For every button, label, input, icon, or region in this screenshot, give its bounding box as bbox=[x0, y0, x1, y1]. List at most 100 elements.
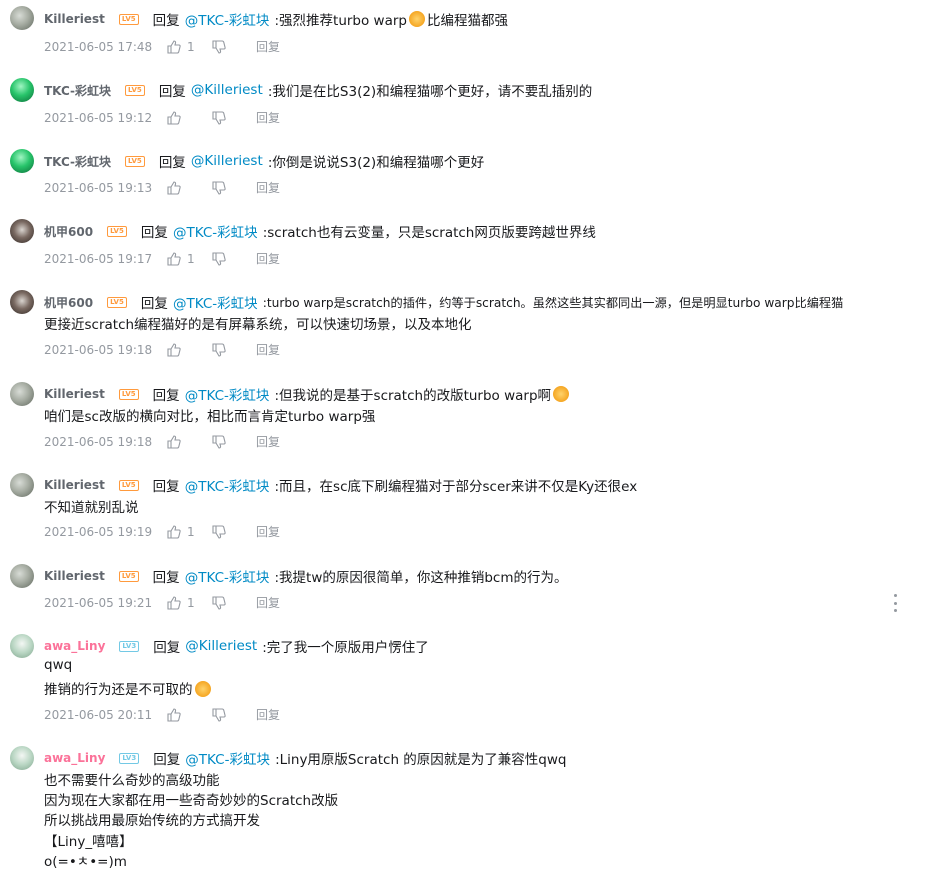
reply-time: 2021-06-05 19:18 bbox=[44, 342, 153, 357]
reply-prefix: 回复 bbox=[153, 752, 181, 768]
reply-prefix: 回复 bbox=[152, 570, 180, 586]
cat-emoji-icon bbox=[409, 11, 425, 27]
more-vertical-icon[interactable] bbox=[889, 594, 901, 612]
dislike-button[interactable] bbox=[211, 595, 256, 611]
reply-button[interactable]: 回复 bbox=[256, 594, 280, 611]
level-badge: LV3 bbox=[119, 640, 140, 652]
like-button[interactable]: 1 bbox=[166, 524, 211, 540]
level-badge: LV5 bbox=[107, 296, 127, 308]
like-button[interactable]: 1 bbox=[166, 39, 211, 55]
mention-link[interactable]: @TKC-彩虹块 bbox=[185, 475, 270, 495]
avatar[interactable] bbox=[10, 634, 34, 658]
avatar[interactable] bbox=[10, 6, 34, 30]
reply-prefix: 回复 bbox=[152, 479, 180, 495]
avatar[interactable] bbox=[10, 564, 34, 588]
thumb-down-icon bbox=[212, 595, 226, 610]
like-count: 1 bbox=[187, 524, 195, 539]
reply-button[interactable]: 回复 bbox=[256, 179, 280, 196]
reply-time: 2021-06-05 19:13 bbox=[44, 180, 153, 195]
reply-button[interactable]: 回复 bbox=[256, 109, 280, 126]
username[interactable]: 机甲600 bbox=[44, 294, 93, 311]
mention-link[interactable]: @TKC-彩虹块 bbox=[185, 9, 270, 29]
dislike-button[interactable] bbox=[211, 342, 256, 358]
avatar[interactable] bbox=[10, 382, 34, 406]
avatar[interactable] bbox=[10, 78, 34, 102]
like-button[interactable] bbox=[166, 342, 211, 358]
username[interactable]: 机甲600 bbox=[44, 223, 93, 240]
reply-text-line: 不知道就别乱说 bbox=[44, 500, 139, 516]
username[interactable]: awa_Liny bbox=[44, 639, 105, 653]
reply-prefix: 回复 bbox=[152, 388, 180, 404]
dislike-button[interactable] bbox=[211, 180, 256, 196]
reply-prefix: 回复 bbox=[158, 155, 186, 171]
reply-text: :而且，在sc底下刷编程猫对于部分scer来讲不仅是Ky还很ex bbox=[274, 479, 638, 495]
reply-button[interactable]: 回复 bbox=[256, 341, 280, 358]
username[interactable]: Killeriest bbox=[44, 478, 105, 492]
like-button[interactable]: 1 bbox=[166, 251, 211, 267]
reply-text: :但我说的是基于scratch的改版turbo warp啊 bbox=[274, 388, 552, 404]
thumb-up-icon bbox=[167, 180, 181, 195]
thumb-up-icon bbox=[167, 524, 181, 539]
like-button[interactable] bbox=[166, 180, 211, 196]
reply-text-line: 也不需要什么奇妙的高级功能 bbox=[44, 773, 220, 789]
reply-text: :强烈推荐turbo warp bbox=[274, 13, 407, 29]
mention-link[interactable]: @Killeriest bbox=[191, 153, 263, 169]
thumb-down-icon bbox=[212, 251, 226, 266]
username[interactable]: Killeriest bbox=[44, 387, 105, 401]
avatar[interactable] bbox=[10, 746, 34, 770]
thumb-down-icon bbox=[212, 110, 226, 125]
username[interactable]: TKC-彩虹块 bbox=[44, 153, 111, 170]
dislike-button[interactable] bbox=[211, 434, 256, 450]
thumb-down-icon bbox=[212, 707, 226, 722]
reply-text-line: qwq bbox=[44, 657, 73, 673]
reply-text: :我提tw的原因很简单，你这种推销bcm的行为。 bbox=[274, 570, 568, 586]
mention-link[interactable]: @TKC-彩虹块 bbox=[185, 748, 270, 768]
thumb-up-icon bbox=[167, 342, 181, 357]
reply-prefix: 回复 bbox=[153, 640, 181, 656]
mention-link[interactable]: @Killeriest bbox=[185, 638, 257, 654]
like-button[interactable] bbox=[166, 110, 211, 126]
reply-prefix: 回复 bbox=[158, 84, 186, 100]
like-button[interactable]: 1 bbox=[166, 595, 211, 611]
level-badge: LV5 bbox=[118, 13, 139, 25]
mention-link[interactable]: @TKC-彩虹块 bbox=[185, 384, 270, 404]
thumb-up-icon bbox=[167, 110, 181, 125]
reply-time: 2021-06-05 19:19 bbox=[44, 524, 153, 539]
avatar[interactable] bbox=[10, 473, 34, 497]
thumb-down-icon bbox=[212, 180, 226, 195]
dislike-button[interactable] bbox=[211, 524, 256, 540]
username[interactable]: awa_Liny bbox=[44, 751, 105, 765]
like-button[interactable] bbox=[166, 707, 211, 723]
thumb-up-icon bbox=[167, 39, 181, 54]
reply-time: 2021-06-05 19:18 bbox=[44, 434, 153, 449]
reply-text-line: 更接近scratch编程猫好的是有屏幕系统，可以快速切场景，以及本地化 bbox=[44, 317, 472, 333]
username[interactable]: TKC-彩虹块 bbox=[44, 82, 111, 99]
reply-text-line: 因为现在大家都在用一些奇奇妙妙的Scratch改版 bbox=[44, 793, 339, 809]
reply-text: :scratch也有云变量，只是scratch网页版要跨越世界线 bbox=[262, 225, 596, 241]
mention-link[interactable]: @TKC-彩虹块 bbox=[173, 292, 258, 312]
reply-button[interactable]: 回复 bbox=[256, 433, 280, 450]
reply-time: 2021-06-05 19:17 bbox=[44, 251, 153, 266]
avatar[interactable] bbox=[10, 290, 34, 314]
reply-button[interactable]: 回复 bbox=[256, 38, 280, 55]
dislike-button[interactable] bbox=[211, 707, 256, 723]
reply-time: 2021-06-05 19:12 bbox=[44, 110, 153, 125]
username[interactable]: Killeriest bbox=[44, 569, 105, 583]
reply-button[interactable]: 回复 bbox=[256, 706, 280, 723]
mention-link[interactable]: @TKC-彩虹块 bbox=[185, 566, 270, 586]
like-button[interactable] bbox=[166, 434, 211, 450]
dislike-button[interactable] bbox=[211, 39, 256, 55]
avatar[interactable] bbox=[10, 219, 34, 243]
avatar[interactable] bbox=[10, 149, 34, 173]
like-count: 1 bbox=[187, 251, 195, 266]
mention-link[interactable]: @TKC-彩虹块 bbox=[173, 221, 258, 241]
thumb-down-icon bbox=[212, 342, 226, 357]
dislike-button[interactable] bbox=[211, 110, 256, 126]
reply-button[interactable]: 回复 bbox=[256, 250, 280, 267]
username[interactable]: Killeriest bbox=[44, 12, 105, 26]
mention-link[interactable]: @Killeriest bbox=[191, 82, 263, 98]
level-badge: LV5 bbox=[118, 479, 139, 491]
dislike-button[interactable] bbox=[211, 251, 256, 267]
reply-button[interactable]: 回复 bbox=[256, 523, 280, 540]
reply-text: :turbo warp是scratch的插件，约等于scratch。虽然这些其实… bbox=[262, 296, 844, 310]
